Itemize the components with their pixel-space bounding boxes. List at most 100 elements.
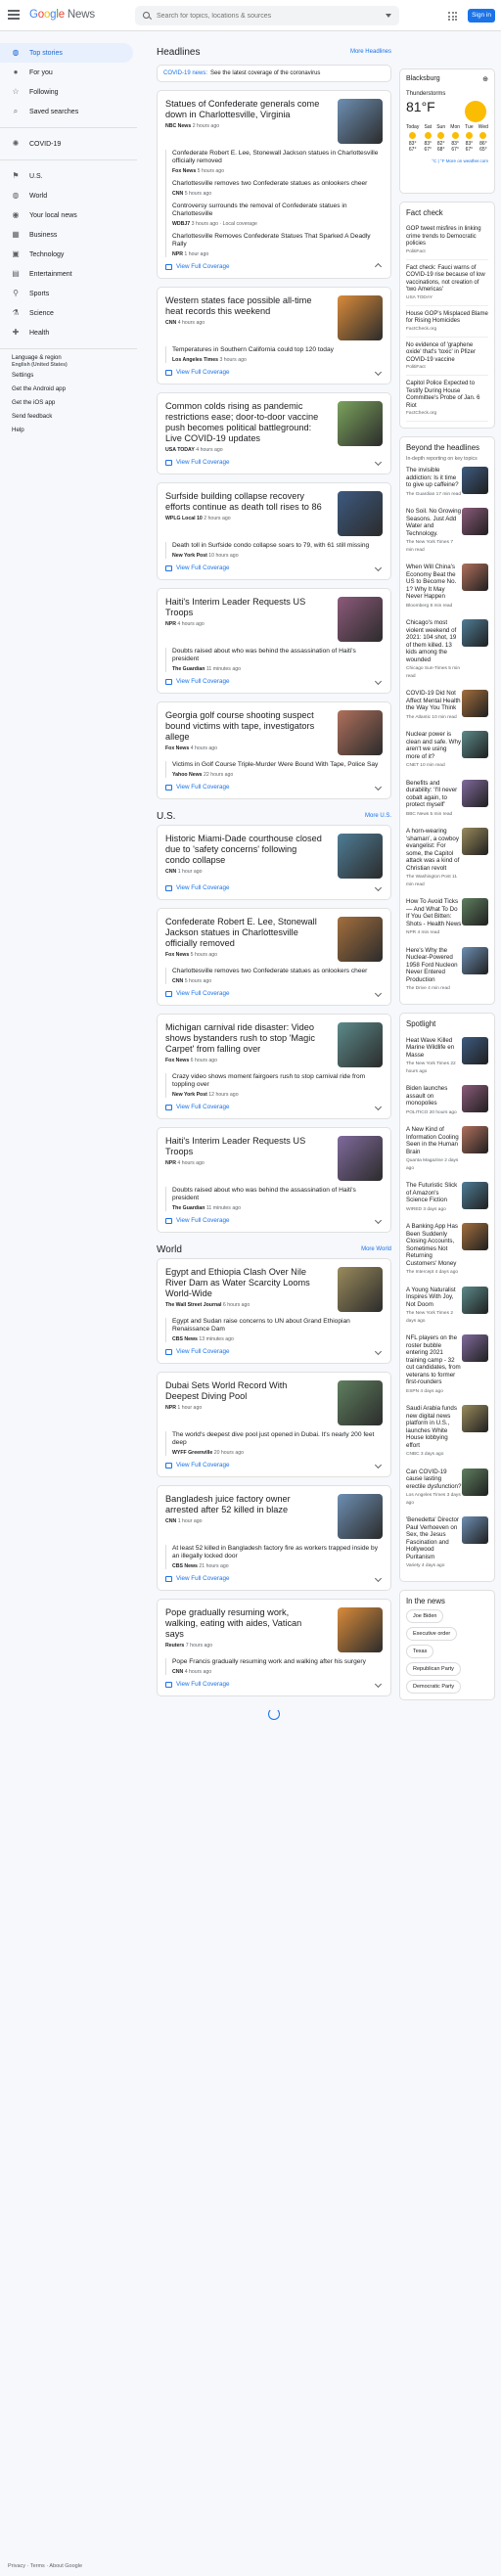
story-main[interactable]: Egypt and Ethiopia Clash Over Nile River… <box>165 1267 383 1312</box>
related-story[interactable]: Pope Francis gradually resuming work and… <box>172 1658 383 1675</box>
spotlight-item-thumbnail[interactable] <box>461 1182 488 1209</box>
spotlight-item[interactable]: Saudi Arabia funds new digital news plat… <box>406 1400 488 1464</box>
expand-chevron-icon[interactable] <box>374 1216 383 1225</box>
beyond-item-text[interactable]: When Will China's Economy Beat the US to… <box>406 564 462 610</box>
fact-check-headline[interactable]: House GOP's Misplaced Blame for Rising H… <box>406 311 488 326</box>
spotlight-item-text[interactable]: Saudi Arabia funds new digital news plat… <box>406 1405 462 1459</box>
related-story-title[interactable]: The world's deepest dive pool just opene… <box>172 1431 383 1447</box>
nav-item-world[interactable]: ◍ World <box>0 186 133 205</box>
story-thumbnail[interactable] <box>338 917 383 962</box>
topic-chip[interactable]: Republican Party <box>406 1661 461 1676</box>
beyond-item-thumbnail[interactable] <box>461 731 488 758</box>
related-story-title[interactable]: Pope Francis gradually resuming work and… <box>172 1658 383 1666</box>
nav-link-help[interactable]: Help <box>0 424 137 437</box>
story-thumbnail[interactable] <box>338 1607 383 1652</box>
story-main[interactable]: Bangladesh juice factory owner arrested … <box>165 1494 383 1539</box>
story-thumbnail[interactable] <box>338 491 383 536</box>
story-source[interactable]: Reuters <box>165 1643 184 1649</box>
beyond-item[interactable]: Here's Why the Nuclear-Powered 1958 Ford… <box>406 942 488 998</box>
beyond-item[interactable]: No Soil. No Growing Seasons. Just Add Wa… <box>406 503 488 559</box>
story-thumbnail[interactable] <box>338 710 383 755</box>
beyond-item-thumbnail[interactable] <box>461 946 488 974</box>
expand-chevron-icon[interactable] <box>374 368 383 377</box>
story-source[interactable]: CNN <box>165 869 176 875</box>
nav-item-sports[interactable]: ⚲ Sports <box>0 284 133 303</box>
related-story[interactable]: Charlottesville removes two Confederate … <box>172 968 383 984</box>
story-source[interactable]: Fox News <box>165 952 189 958</box>
beyond-item-thumbnail[interactable] <box>461 690 488 717</box>
spotlight-item-thumbnail[interactable] <box>461 1468 488 1496</box>
story-main[interactable]: Surfside building collapse recovery effo… <box>165 491 383 536</box>
story-main[interactable]: Georgia golf course shooting suspect bou… <box>165 710 383 755</box>
spotlight-item-thumbnail[interactable] <box>461 1126 488 1153</box>
story-title[interactable]: Common colds rising as pandemic restrict… <box>165 401 322 444</box>
story-source[interactable]: CNN <box>165 1518 176 1524</box>
beyond-item[interactable]: Chicago's most violent weekend of 2021: … <box>406 614 488 685</box>
related-story-source[interactable]: New York Post <box>172 553 207 559</box>
nav-link-feedback[interactable]: Send feedback <box>0 410 137 424</box>
fact-check-headline[interactable]: No evidence of 'graphene oxide' that's '… <box>406 342 488 365</box>
beyond-item[interactable]: When Will China's Economy Beat the US to… <box>406 559 488 614</box>
related-story-source[interactable]: The Guardian <box>172 666 205 672</box>
spotlight-item[interactable]: Can COVID-19 cause lasting erectile dysf… <box>406 1464 488 1513</box>
footer-links[interactable]: Privacy · Terms · About Google <box>8 2563 82 2569</box>
story-source[interactable]: NBC News <box>165 123 191 129</box>
search-options-icon[interactable] <box>386 14 391 18</box>
us-more-link[interactable]: More U.S. <box>365 813 391 819</box>
story-main[interactable]: Dubai Sets World Record With Deepest Div… <box>165 1380 383 1425</box>
story-title[interactable]: Bangladesh juice factory owner arrested … <box>165 1494 322 1515</box>
expand-chevron-icon[interactable] <box>374 783 383 791</box>
spotlight-item-thumbnail[interactable] <box>461 1223 488 1250</box>
expand-chevron-icon[interactable] <box>374 989 383 998</box>
apps-grid-icon[interactable] <box>448 12 457 21</box>
related-story-title[interactable]: At least 52 killed in Bangladesh factory… <box>172 1545 383 1560</box>
spotlight-item-text[interactable]: NFL players on the roster bubble enterin… <box>406 1334 462 1395</box>
beyond-item[interactable]: Benefits and durability: 'I'll never cob… <box>406 775 488 824</box>
nav-item-science[interactable]: ⚗ Science <box>0 303 133 323</box>
expand-chevron-icon[interactable] <box>374 564 383 572</box>
related-story[interactable]: Crazy video shows moment fairgoers rush … <box>172 1073 383 1098</box>
story-title[interactable]: Dubai Sets World Record With Deepest Div… <box>165 1380 322 1402</box>
related-story-source[interactable]: NPR <box>172 251 183 257</box>
search-input[interactable] <box>157 6 352 25</box>
story-source[interactable]: CNN <box>165 320 176 326</box>
view-full-coverage-link[interactable]: View Full Coverage <box>165 1575 229 1582</box>
story-source[interactable]: Fox News <box>165 1058 189 1063</box>
expand-chevron-icon[interactable] <box>374 1574 383 1583</box>
related-story[interactable]: Charlottesville Removes Confederate Stat… <box>172 233 383 257</box>
main-menu-icon[interactable] <box>8 10 20 20</box>
covid-banner[interactable]: COVID-19 news: See the latest coverage of… <box>157 65 391 82</box>
spotlight-item-text[interactable]: A Young Naturalist Inspires With Joy, No… <box>406 1287 462 1326</box>
beyond-item-text[interactable]: Chicago's most violent weekend of 2021: … <box>406 619 462 680</box>
story-main[interactable]: Haiti's Interim Leader Requests US Troop… <box>165 1136 383 1181</box>
story-thumbnail[interactable] <box>338 295 383 340</box>
related-story[interactable]: Doubts raised about who was behind the a… <box>172 1187 383 1211</box>
topic-chip[interactable]: Executive order <box>406 1626 458 1641</box>
google-news-logo[interactable]: Google News <box>29 9 95 21</box>
beyond-item-text[interactable]: Here's Why the Nuclear-Powered 1958 Ford… <box>406 947 462 993</box>
beyond-item[interactable]: Nuclear power is clean and safe. Why are… <box>406 726 488 775</box>
nav-item-your-local-news[interactable]: ◉ Your local news <box>0 205 133 225</box>
beyond-item-thumbnail[interactable] <box>461 467 488 494</box>
story-title[interactable]: Georgia golf course shooting suspect bou… <box>165 710 322 743</box>
view-full-coverage-link[interactable]: View Full Coverage <box>165 1348 229 1355</box>
expand-chevron-icon[interactable] <box>374 262 383 271</box>
related-story-title[interactable]: Death toll in Surfside condo collapse so… <box>172 542 383 550</box>
story-source[interactable]: USA TODAY <box>165 447 195 453</box>
beyond-item-thumbnail[interactable] <box>461 898 488 926</box>
story-source[interactable]: WPLG Local 10 <box>165 516 203 521</box>
related-story[interactable]: The world's deepest dive pool just opene… <box>172 1431 383 1456</box>
view-full-coverage-link[interactable]: View Full Coverage <box>165 1217 229 1224</box>
related-story-title[interactable]: Charlottesville removes two Confederate … <box>172 180 383 188</box>
beyond-item-thumbnail[interactable] <box>461 779 488 807</box>
weather-units-toggle[interactable]: °C | °F <box>432 158 444 163</box>
beyond-item-thumbnail[interactable] <box>461 619 488 647</box>
spotlight-item-thumbnail[interactable] <box>461 1516 488 1544</box>
beyond-item-thumbnail[interactable] <box>461 564 488 591</box>
expand-chevron-icon[interactable] <box>374 883 383 892</box>
story-thumbnail[interactable] <box>338 1022 383 1067</box>
view-full-coverage-link[interactable]: View Full Coverage <box>165 990 229 997</box>
related-story-title[interactable]: Charlottesville Removes Confederate Stat… <box>172 233 383 249</box>
related-story-title[interactable]: Egypt and Sudan raise concerns to UN abo… <box>172 1318 383 1333</box>
nav-item-entertainment[interactable]: ▤ Entertainment <box>0 264 133 284</box>
